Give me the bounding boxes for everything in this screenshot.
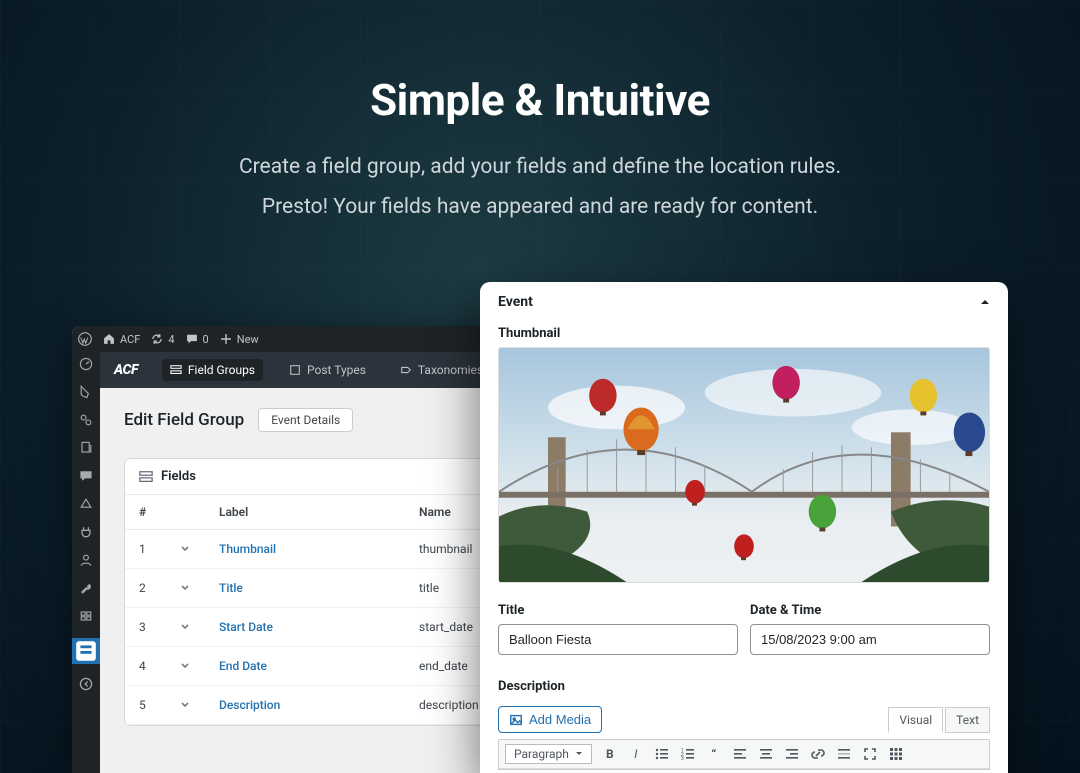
blockquote-icon[interactable]: “ [706, 746, 722, 762]
field-label-link[interactable]: Thumbnail [219, 542, 419, 556]
media-icon [509, 713, 523, 727]
chevron-down-icon[interactable] [179, 543, 191, 555]
align-left-icon[interactable] [732, 746, 748, 762]
title-label: Title [498, 603, 738, 618]
acf-menu-icon[interactable] [72, 638, 100, 664]
bold-icon[interactable]: B [602, 746, 618, 762]
event-panel-header[interactable]: Event [480, 282, 1008, 320]
add-media-button[interactable]: Add Media [498, 706, 602, 733]
site-link[interactable]: ACF [102, 332, 140, 346]
align-center-icon[interactable] [758, 746, 774, 762]
acf-logo: ACF [114, 362, 138, 378]
comments-link[interactable]: 0 [185, 332, 209, 346]
field-groups-icon [170, 364, 182, 376]
col-number: # [139, 505, 179, 519]
svg-text:3: 3 [681, 756, 684, 762]
posts-icon[interactable] [78, 384, 94, 400]
caret-down-icon [575, 750, 583, 758]
chevron-down-icon[interactable] [179, 621, 191, 633]
toolbar-toggle-icon[interactable] [888, 746, 904, 762]
page-title: Edit Field Group [124, 410, 244, 430]
appearance-icon[interactable] [78, 496, 94, 512]
editor-mode-tabs: Visual Text [888, 707, 990, 733]
wordpress-logo-icon[interactable] [78, 332, 92, 346]
pages-icon[interactable] [78, 440, 94, 456]
settings-icon[interactable] [78, 608, 94, 624]
date-label: Date & Time [750, 603, 990, 618]
tab-taxonomies[interactable]: Taxonomies [392, 359, 491, 381]
taxonomies-icon [400, 364, 412, 376]
event-panel-title: Event [498, 294, 533, 310]
tools-icon[interactable] [78, 580, 94, 596]
tab-visual[interactable]: Visual [888, 707, 943, 733]
comment-icon [185, 332, 199, 346]
fullscreen-icon[interactable] [862, 746, 878, 762]
format-select[interactable]: Paragraph [505, 744, 592, 764]
insert-more-icon[interactable] [836, 746, 852, 762]
plus-icon [219, 332, 233, 346]
title-input[interactable] [498, 624, 738, 655]
col-label: Label [219, 505, 419, 519]
link-icon[interactable] [810, 746, 826, 762]
field-label-link[interactable]: Start Date [219, 620, 419, 634]
updates-link[interactable]: 4 [150, 332, 174, 346]
post-types-icon [289, 364, 301, 376]
thumbnail-label: Thumbnail [498, 326, 990, 341]
event-edit-panel: Event Thumbnail [480, 282, 1008, 773]
comments-menu-icon[interactable] [78, 468, 94, 484]
italic-icon[interactable]: I [628, 746, 644, 762]
bullet-list-icon[interactable] [654, 746, 670, 762]
media-icon[interactable] [78, 412, 94, 428]
chevron-down-icon[interactable] [179, 699, 191, 711]
field-label-link[interactable]: End Date [219, 659, 419, 673]
tab-text[interactable]: Text [945, 707, 990, 733]
tab-post-types[interactable]: Post Types [281, 359, 374, 381]
chevron-down-icon[interactable] [179, 582, 191, 594]
thumbnail-preview[interactable] [498, 347, 990, 583]
dashboard-icon[interactable] [78, 356, 94, 372]
hero-section: Simple & Intuitive Create a field group,… [0, 0, 1080, 228]
field-label-link[interactable]: Title [219, 581, 419, 595]
field-label-link[interactable]: Description [219, 698, 419, 712]
align-right-icon[interactable] [784, 746, 800, 762]
numbered-list-icon[interactable]: 123 [680, 746, 696, 762]
caret-up-icon[interactable] [980, 297, 990, 307]
datetime-input[interactable] [750, 624, 990, 655]
tab-field-groups[interactable]: Field Groups [162, 359, 263, 381]
new-link[interactable]: New [219, 332, 259, 346]
wp-sidebar [72, 352, 100, 773]
collapse-icon[interactable] [78, 676, 94, 692]
plugins-icon[interactable] [78, 524, 94, 540]
editor-toolbar: Paragraph B I 123 “ [499, 740, 989, 769]
home-icon [102, 332, 116, 346]
group-name-chip[interactable]: Event Details [258, 408, 353, 432]
wysiwyg-editor: Paragraph B I 123 “ [498, 739, 990, 770]
hero-title: Simple & Intuitive [0, 74, 1080, 126]
users-icon[interactable] [78, 552, 94, 568]
refresh-icon [150, 332, 164, 346]
fields-icon [139, 470, 153, 484]
hero-subtitle: Create a field group, add your fields an… [0, 148, 1080, 228]
chevron-down-icon[interactable] [179, 660, 191, 672]
description-label: Description [498, 679, 602, 694]
